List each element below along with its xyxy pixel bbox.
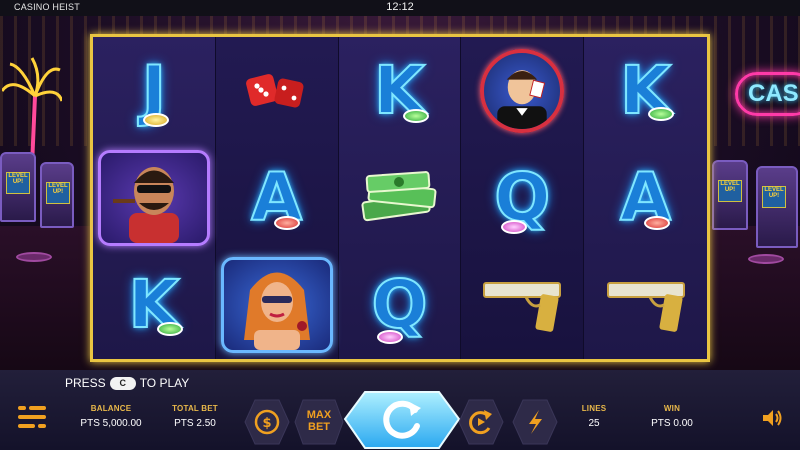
reel-symbol-cash-stack (339, 144, 461, 251)
reel-symbol-k: K (339, 37, 461, 144)
lines-label: LINES (581, 404, 607, 413)
slot-machine: LEVEL UP! (40, 162, 74, 228)
svg-text:$: $ (262, 416, 271, 431)
sound-toggle-button[interactable] (760, 406, 784, 430)
max-bet-label: MAX BET (293, 409, 345, 433)
reel-2: A (215, 37, 339, 359)
reel-symbol-k: K (584, 37, 707, 144)
lines-display: LINES 25 (572, 404, 616, 429)
clock: 12:12 (386, 1, 414, 13)
reel-symbol-k: K (93, 252, 215, 359)
dice-icon (245, 73, 304, 108)
keyboard-key-badge: C (109, 376, 136, 390)
slot-machine: LEVEL UP! (0, 152, 36, 222)
win-value: PTS 0.00 (651, 418, 693, 429)
top-bar: CASINO HEIST 12:12 (0, 0, 800, 16)
neon-casino-sign: CAS (735, 72, 800, 116)
max-bet-button[interactable]: MAX BET (293, 398, 345, 446)
win-label: WIN (663, 404, 681, 413)
bet-coin-button[interactable]: $ (243, 398, 291, 446)
slot-machine: LEVEL UP! (712, 160, 748, 230)
reel-symbol-q: Q (339, 252, 461, 359)
speaker-icon (763, 410, 782, 426)
total-bet-value: PTS 2.50 (174, 418, 216, 429)
reel-4: Q (461, 37, 585, 359)
balance-label: BALANCE (90, 404, 132, 413)
lines-value: 25 (588, 418, 600, 429)
gold-chips-icon (143, 113, 169, 127)
neon-palm-icon (2, 57, 62, 166)
slot-machine: LEVEL UP! (756, 166, 798, 248)
autoplay-button[interactable] (457, 398, 505, 446)
win-display: WIN PTS 0.00 (644, 404, 700, 429)
hint-to-play-text: TO PLAY (139, 376, 190, 390)
pink-chips-icon (376, 329, 403, 344)
hint-press-text: PRESS (65, 376, 106, 390)
spin-button[interactable] (343, 388, 461, 450)
cash-stack-icon (361, 171, 437, 222)
card-dealer-portrait (480, 48, 565, 133)
balance-value: PTS 5,000.00 (80, 418, 142, 429)
reel-symbol-golden-pistol (461, 252, 583, 359)
turbo-icon (512, 399, 558, 445)
slot-screen: LEVEL UP! (46, 182, 70, 204)
green-chips-icon (648, 107, 675, 121)
reel-symbol-a: A (216, 144, 338, 251)
keyboard-hint: PRESS C TO PLAY (65, 376, 189, 390)
bar-stool (16, 252, 52, 262)
total-bet-label: TOTAL BET (172, 404, 218, 413)
total-bet-display: TOTAL BET PTS 2.50 (170, 404, 220, 429)
autoplay-icon (458, 399, 504, 445)
bar-stool (748, 254, 784, 264)
menu-button[interactable] (18, 404, 46, 430)
reel-symbol-redhead-woman (216, 252, 338, 359)
reel-grid: J K A K Q Q K A (90, 34, 710, 362)
reel-5: K A (584, 37, 707, 359)
card-dealer-icon (497, 69, 547, 129)
slot-screen: LEVEL UP! (718, 180, 742, 202)
max-bet-line2: BET (308, 421, 330, 433)
slot-screen: LEVEL UP! (6, 172, 30, 194)
turbo-button[interactable] (511, 398, 559, 446)
coin-icon: $ (244, 399, 290, 445)
balance-display: BALANCE PTS 5,000.00 (78, 404, 144, 429)
green-chips-icon (157, 321, 183, 336)
spin-icon (343, 391, 461, 449)
reel-symbol-q: Q (461, 144, 583, 251)
reel-symbol-j: J (93, 37, 215, 144)
reel-symbol-cigar-man (93, 144, 215, 251)
redhead-woman-icon (243, 272, 310, 351)
reel-1: J K (93, 37, 216, 359)
letter-q-symbol: Q (370, 266, 428, 344)
reel-3: K Q (338, 37, 462, 359)
max-bet-line1: MAX (306, 409, 332, 421)
reel-symbol-card-dealer (461, 37, 583, 144)
green-chips-icon (402, 109, 429, 123)
reel-symbol-golden-pistol (584, 252, 707, 359)
reel-symbol-a: A (584, 144, 707, 251)
reel-symbol-dice (216, 37, 338, 144)
cigar-man-portrait (97, 149, 210, 246)
golden-pistol-icon (606, 282, 685, 333)
golden-pistol-icon (483, 282, 562, 333)
redhead-woman-portrait (220, 257, 333, 354)
cigar-man-icon (112, 166, 179, 243)
slot-screen: LEVEL UP! (762, 186, 786, 208)
